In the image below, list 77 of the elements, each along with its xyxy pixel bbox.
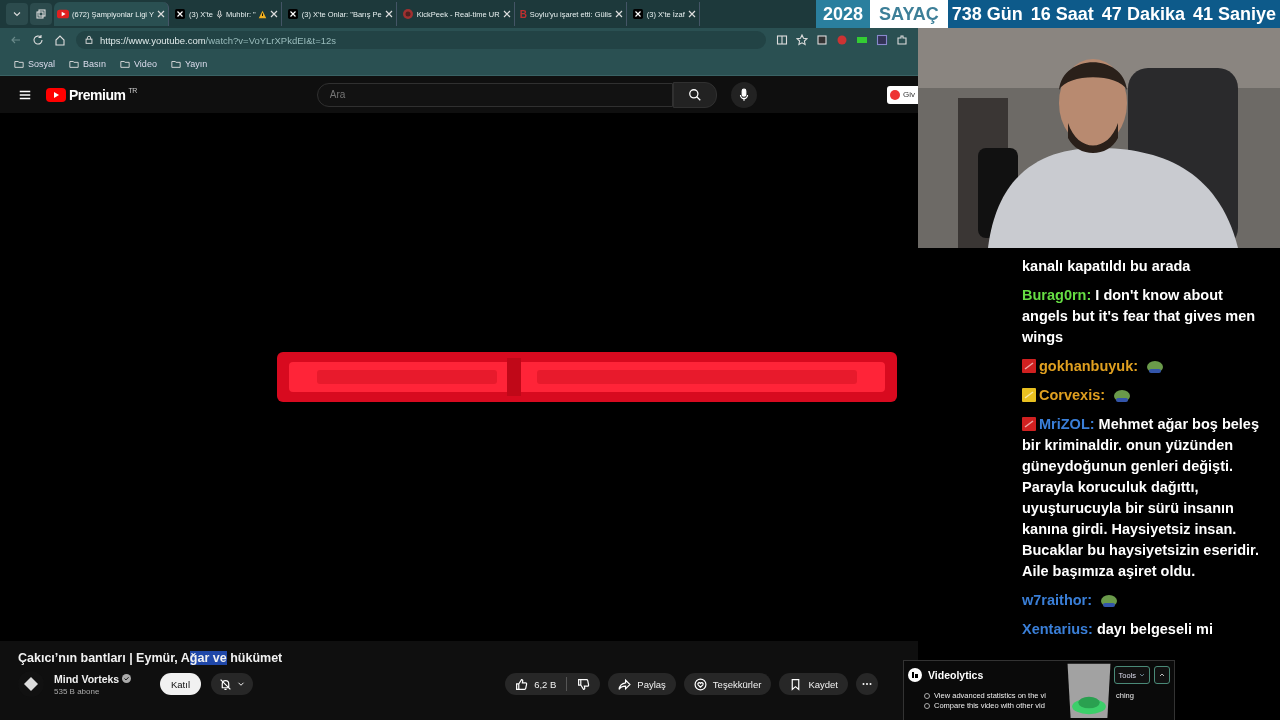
- more-button[interactable]: [856, 673, 878, 695]
- countdown-segment: 2028: [816, 0, 871, 28]
- x-icon: [631, 9, 644, 19]
- home-icon: [54, 34, 66, 46]
- bookmark[interactable]: Video: [120, 58, 157, 69]
- search-button[interactable]: [672, 81, 717, 108]
- x-icon: [174, 9, 186, 19]
- search-icon: [687, 87, 702, 102]
- extension-logo-icon: [890, 89, 900, 100]
- folder-icon: [120, 58, 131, 69]
- favicon-letter: B: [519, 8, 527, 20]
- close-icon[interactable]: [384, 10, 393, 18]
- bookmark[interactable]: Basın: [69, 58, 107, 69]
- countdown-segment: 47 Dakika: [1097, 0, 1189, 28]
- address-bar[interactable]: https://www.youtube.com/watch?v=VoYLrXPkdEI&t=12s: [76, 31, 766, 49]
- channel-name[interactable]: Mind Vorteks: [54, 672, 120, 685]
- badge-icon: [1022, 359, 1036, 373]
- voice-search-button[interactable]: [730, 81, 757, 108]
- bell-off-icon: [218, 677, 232, 691]
- reload-icon: [32, 34, 44, 46]
- folder-icon: [14, 58, 24, 69]
- extension-icon: [816, 34, 828, 46]
- bookmark[interactable]: Sosyal: [14, 58, 55, 69]
- chat-message: w7raithor:: [1022, 590, 1270, 611]
- badge-icon: [1022, 417, 1036, 431]
- chat-message: kanalı kapatıldı bu arada: [1022, 257, 1192, 276]
- chat-message: Corvexis:: [1022, 385, 1270, 406]
- workspaces-button[interactable]: [30, 3, 52, 25]
- close-icon[interactable]: [614, 10, 623, 18]
- countdown-segment: 738 Gün: [947, 0, 1027, 28]
- record-icon: [836, 34, 848, 46]
- youtube-icon: [57, 9, 69, 19]
- countdown-segment: SAYAÇ: [870, 0, 948, 28]
- chat-message: Xentarius: dayı belgeseli mi: [1022, 620, 1214, 639]
- site-info-icon: [84, 35, 94, 45]
- folder-icon: [170, 58, 181, 69]
- translate-icon: [876, 34, 888, 46]
- split-view-icon: [776, 34, 788, 46]
- extension-button[interactable]: Giv: [887, 85, 918, 104]
- share-arrow-icon: [618, 677, 632, 691]
- stacked-squares-icon: [35, 8, 47, 20]
- countdown-segment: 16 Saat: [1026, 0, 1098, 28]
- play-logo-icon: [46, 87, 66, 102]
- chat-message: gokhanbuyuk:: [1022, 356, 1270, 377]
- microphone-icon: [214, 9, 224, 19]
- thumbs-up-icon: [515, 677, 529, 691]
- chat-message: MriZOL: Mehmet ağar boş beleş bir kriminaldir. onun yüzünden güneydoğunun genleri değişti. Parayla koruculuk dağıttı, uyuşturucuyla bir sürü insanın kanına girdi. Haysiyetsiz insan. Bucaklar bu haysiyetsizin eseridir. Aile başımıza aşiret oldu.: [1022, 415, 1260, 581]
- badge-icon: [1022, 388, 1036, 402]
- save-button[interactable]: Kaydet: [779, 673, 848, 695]
- heart-coin-icon: [693, 677, 707, 691]
- puzzle-icon: [896, 34, 908, 46]
- close-icon[interactable]: [502, 10, 511, 18]
- chevron-down-icon: [1138, 671, 1146, 679]
- folder-icon: [69, 58, 79, 69]
- back-arrow-icon: [10, 34, 22, 46]
- panel-title: Videolytics: [928, 669, 984, 681]
- close-icon[interactable]: [269, 10, 278, 18]
- join-button[interactable]: Katıl: [160, 673, 201, 695]
- chevron-up-icon: [1158, 671, 1166, 679]
- countdown-segment: 41 Saniye: [1188, 0, 1280, 28]
- videolytics-logo-icon: [908, 668, 922, 682]
- subscriber-count: 535 B abone: [54, 686, 101, 696]
- badge-icon: [856, 34, 868, 46]
- logo-text: Premium: [69, 86, 126, 103]
- collapse-button[interactable]: [1154, 666, 1170, 684]
- close-icon[interactable]: [687, 10, 696, 18]
- chat-message: Burag0rn: I don't know about angels but it's fear that gives men wings: [1022, 286, 1257, 347]
- bookmark[interactable]: Yayın: [170, 58, 208, 69]
- star-icon: [796, 34, 808, 46]
- tab-list-button[interactable]: [6, 3, 28, 25]
- x-icon: [286, 9, 299, 19]
- close-icon[interactable]: [157, 10, 165, 18]
- search-field[interactable]: Ara: [316, 82, 673, 107]
- share-button[interactable]: Paylaş: [608, 673, 676, 695]
- thumbs-down-icon: [577, 677, 591, 691]
- thanks-button[interactable]: Teşekkürler: [683, 673, 772, 695]
- notification-button[interactable]: [211, 673, 253, 695]
